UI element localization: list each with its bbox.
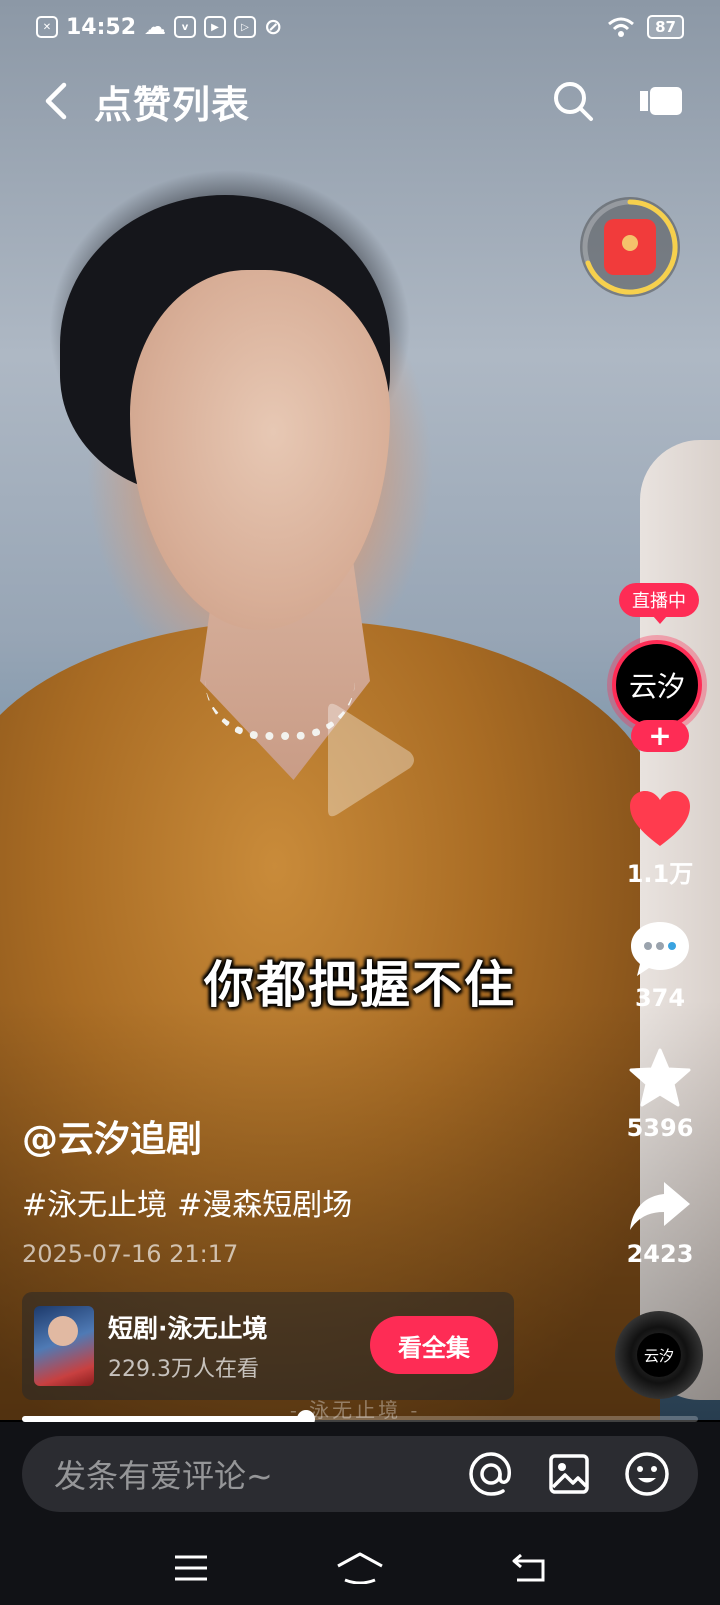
- sim-card-icon: ✕: [36, 16, 58, 38]
- drama-viewers: 229.3万人在看: [108, 1357, 259, 1382]
- battery-indicator: 87: [647, 15, 684, 39]
- hashtag[interactable]: #漫森短剧场: [177, 1188, 352, 1223]
- favorite-count: 5396: [626, 1114, 694, 1142]
- play-app-icon: ▷: [234, 16, 257, 38]
- video-subtitle: 你都把握不住: [204, 956, 516, 1014]
- drama-card[interactable]: 短剧·泳无止境 229.3万人在看 看全集: [22, 1292, 514, 1400]
- share-count: 2423: [626, 1240, 694, 1268]
- heart-icon: [630, 791, 690, 846]
- hashtag[interactable]: #泳无止境: [22, 1188, 167, 1223]
- vivo-icon: v: [174, 16, 197, 38]
- post-date: 2025-07-16 21:17: [22, 1240, 239, 1268]
- red-envelope-widget[interactable]: [580, 197, 680, 297]
- like-count: 1.1万: [626, 860, 694, 888]
- star-icon: [629, 1048, 691, 1107]
- back-icon[interactable]: [36, 81, 76, 121]
- emoji-icon[interactable]: [624, 1451, 670, 1497]
- hashtag-list: #泳无止境 #漫森短剧场: [22, 1180, 362, 1224]
- system-nav-bar: [0, 1530, 720, 1605]
- status-bar: ✕ 14:52 ☁ v ▶ ▷ ⊘ 87: [0, 0, 720, 54]
- comment-input[interactable]: 发条有爱评论~: [22, 1436, 698, 1512]
- music-disc-label: 云汐: [637, 1333, 681, 1377]
- comment-placeholder: 发条有爱评论~: [54, 1457, 273, 1495]
- drama-title: 短剧·泳无止境: [108, 1314, 268, 1343]
- play-icon[interactable]: [318, 700, 418, 820]
- drama-cover-image: [34, 1306, 94, 1386]
- return-icon[interactable]: [511, 1553, 547, 1583]
- follow-button[interactable]: +: [631, 720, 689, 752]
- author-avatar[interactable]: 云汐: [612, 640, 702, 730]
- favorite-button[interactable]: 5396: [616, 1048, 704, 1142]
- mention-icon[interactable]: [468, 1451, 514, 1497]
- share-arrow-icon: [630, 1182, 690, 1230]
- leaf-icon: ⊘: [264, 14, 283, 40]
- status-time: 14:52: [66, 14, 137, 40]
- home-icon[interactable]: [335, 1552, 385, 1584]
- author-name[interactable]: @云汐追剧: [22, 1110, 202, 1162]
- page-title: 点赞列表: [94, 82, 251, 127]
- video-app-icon: ▶: [204, 16, 227, 38]
- cloud-icon: ☁: [144, 14, 167, 40]
- red-envelope-icon: [604, 219, 656, 275]
- top-bar: 点赞列表: [0, 66, 720, 136]
- image-icon[interactable]: [548, 1453, 590, 1495]
- watch-all-button[interactable]: 看全集: [370, 1316, 498, 1374]
- wifi-icon: [608, 17, 635, 37]
- search-icon[interactable]: [552, 80, 594, 122]
- menu-icon[interactable]: [173, 1554, 209, 1582]
- like-button[interactable]: 1.1万: [616, 790, 704, 889]
- camera-icon[interactable]: [638, 83, 684, 119]
- live-badge[interactable]: 直播中: [619, 583, 699, 624]
- share-button[interactable]: 2423: [616, 1180, 704, 1268]
- music-disc[interactable]: 云汐: [615, 1311, 703, 1399]
